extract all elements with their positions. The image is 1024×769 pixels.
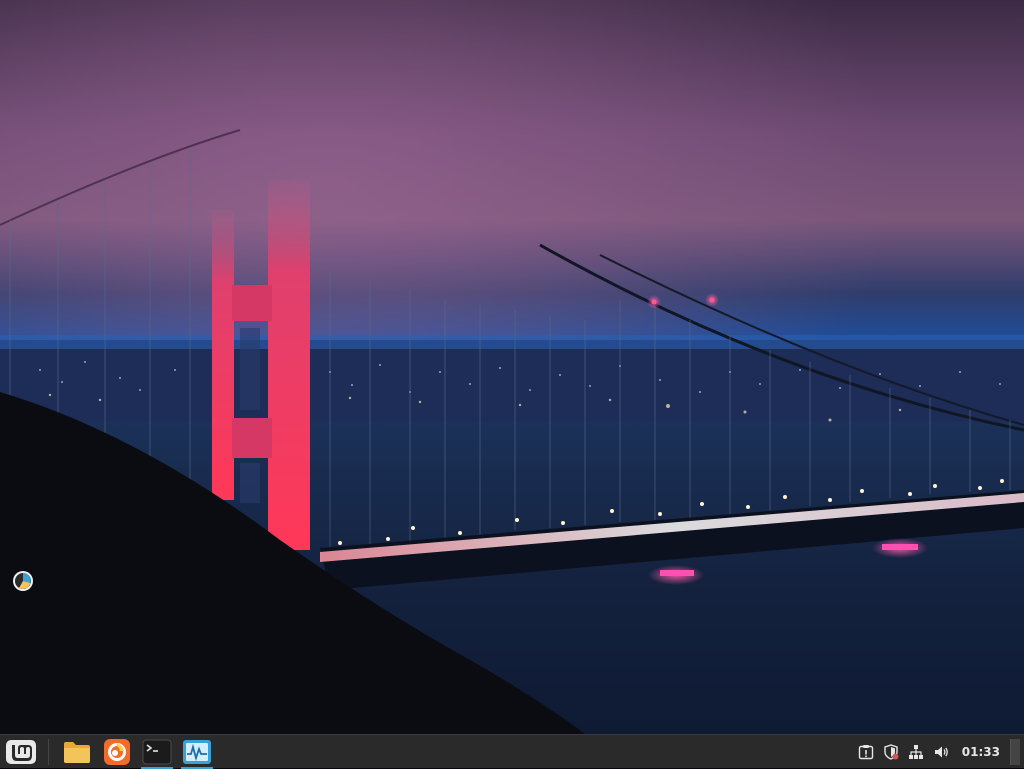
mint-logo-icon (6, 739, 36, 764)
shield-icon (884, 743, 899, 760)
system-tray: 01:33 (854, 735, 1024, 769)
wallpaper-image (0, 0, 1024, 734)
network-tray[interactable] (904, 735, 929, 769)
network-icon (909, 744, 924, 759)
security-tray[interactable] (879, 735, 904, 769)
clock[interactable]: 01:33 (954, 745, 1010, 759)
terminal-launcher[interactable] (137, 735, 177, 769)
terminal-icon (142, 739, 172, 764)
menu-button[interactable] (0, 735, 42, 769)
taskbar-separator (48, 738, 49, 765)
update-manager-icon (859, 744, 874, 759)
volume-icon (935, 746, 949, 757)
chart-pie-icon (13, 571, 33, 591)
desktop[interactable] (0, 0, 1024, 734)
show-desktop-button[interactable] (1010, 738, 1020, 765)
system-monitor-icon (183, 739, 211, 764)
firefox-icon (104, 738, 130, 765)
firefox-launcher[interactable] (97, 735, 137, 769)
update-manager-tray[interactable] (854, 735, 879, 769)
system-monitor-launcher[interactable] (177, 735, 217, 769)
taskbar: 01:33 (0, 734, 1024, 769)
files-launcher[interactable] (57, 735, 97, 769)
desktop-chart-icon[interactable] (12, 570, 34, 592)
volume-tray[interactable] (929, 735, 954, 769)
folder-icon (64, 741, 90, 763)
